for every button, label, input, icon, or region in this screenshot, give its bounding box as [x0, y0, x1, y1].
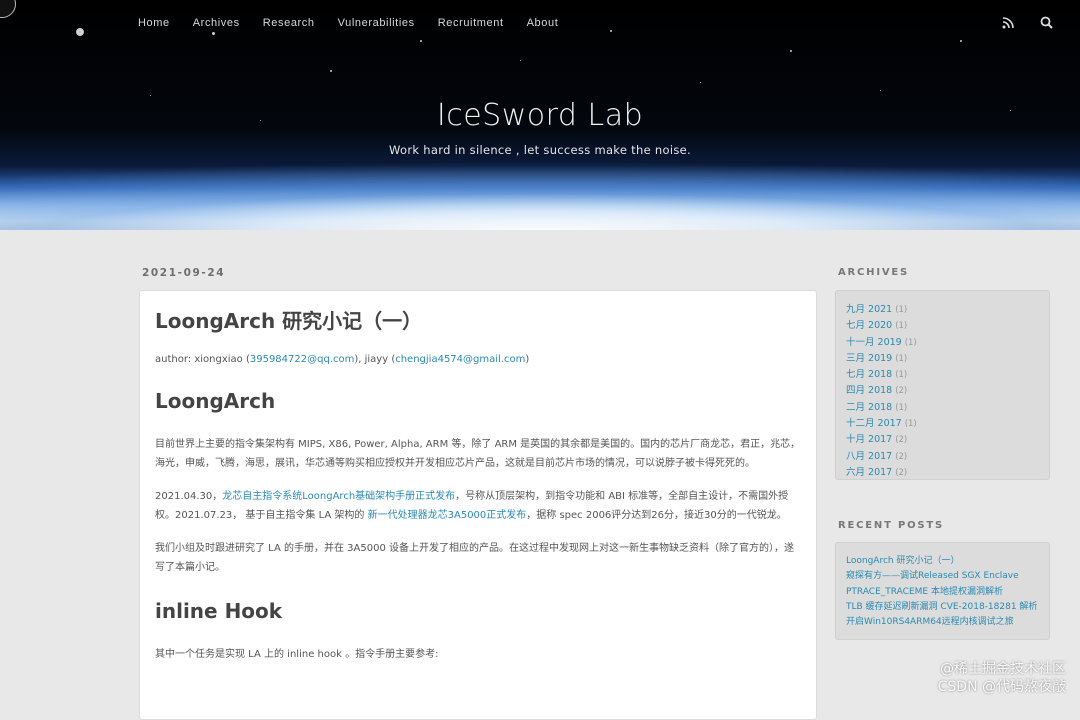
post-author: author: xiongxiao (395984722@qq.com), ji… [155, 354, 801, 365]
site-tagline: Work hard in silence , let success make … [389, 143, 691, 157]
recent-posts-heading: RECENT POSTS [838, 520, 945, 531]
nav-recruitment[interactable]: Recruitment [438, 17, 504, 29]
nav-vulnerabilities[interactable]: Vulnerabilities [338, 17, 415, 29]
author-email-link[interactable]: 395984722@qq.com [250, 354, 355, 365]
archives-box: 九月 2021 (1) 七月 2020 (1) 十一月 2019 (1) 三月 2019 (1… [835, 290, 1050, 480]
author-text: author: xiongxiao ( [155, 354, 250, 365]
archive-link[interactable]: 十二月 2017 (1) [846, 416, 1039, 432]
archive-count: (1) [904, 337, 917, 348]
post-date: 2021-09-24 [142, 267, 226, 279]
post-card: LoongArch 研究小记（一） author: xiongxiao (395… [139, 290, 817, 720]
nav-about[interactable]: About [527, 17, 559, 29]
recent-post-link[interactable]: LoongArch 研究小记（一） [846, 554, 1039, 569]
rss-icon[interactable] [1002, 14, 1016, 29]
archive-link[interactable]: 七月 2018 (1) [846, 367, 1039, 383]
archive-link[interactable]: 六月 2017 (2) [846, 465, 1039, 481]
archive-count: (2) [895, 451, 908, 462]
archive-link[interactable]: 二月 2018 (1) [846, 400, 1039, 416]
post-title[interactable]: LoongArch 研究小记（一） [155, 305, 801, 334]
3a5000-release-link[interactable]: 新一代处理器龙芯3A5000正式发布 [368, 510, 527, 521]
search-icon[interactable] [1040, 14, 1054, 29]
site-title[interactable]: IceSword Lab [0, 98, 1080, 133]
section-heading: LoongArch [155, 389, 276, 413]
site-header: Home Archives Research Vulnerabilities R… [0, 0, 1080, 230]
paragraph: 我们小组及时跟进研究了 LA 的手册，并在 3A5000 设备上开发了相应的产品… [155, 543, 795, 573]
post-body: LoongArch 目前世界上主要的指令集架构有 MIPS, X86, Powe… [155, 389, 801, 664]
moon-icon-small [76, 28, 84, 36]
watermark: @稀土掘金技术社区 CSDN @代码熬夜敲 [938, 660, 1066, 696]
nav-archives[interactable]: Archives [193, 17, 240, 29]
nav-home[interactable]: Home [138, 17, 170, 29]
paragraph: 其中一个任务是实现 LA 上的 inline hook 。指令手册主要参考: [155, 649, 439, 660]
archive-link[interactable]: 七月 2020 (1) [846, 318, 1039, 334]
paragraph: 2021.04.30，龙芯自主指令系统LoongArch基础架构手册正式发布，号… [155, 491, 789, 521]
loongarch-manual-link[interactable]: 龙芯自主指令系统LoongArch基础架构手册正式发布 [222, 491, 455, 502]
archive-count: (1) [895, 305, 908, 315]
main-nav: Home Archives Research Vulnerabilities R… [138, 17, 581, 29]
recent-posts-box: LoongArch 研究小记（一） 窥探有方——调试Released SGX En… [835, 542, 1050, 640]
archive-link[interactable]: 十一月 2019 (1) [846, 335, 1039, 351]
nav-icons [1002, 14, 1054, 29]
recent-posts-list: LoongArch 研究小记（一） 窥探有方——调试Released SGX En… [846, 554, 1039, 630]
watermark-line: CSDN @代码熬夜敲 [937, 679, 1066, 695]
archives-heading: ARCHIVES [838, 267, 910, 278]
recent-post-link[interactable]: TLB 缓存延迟刷新漏洞 CVE-2018-18281 解析 [846, 600, 1039, 615]
author-text: ), jiayy ( [354, 354, 396, 365]
watermark-line: @稀土掘金技术社区 [940, 661, 1066, 677]
archive-link[interactable]: 九月 2021 (1) [846, 302, 1039, 318]
archive-link[interactable]: 三月 2019 (1) [846, 351, 1039, 367]
author-text: ) [525, 354, 530, 365]
nav-research[interactable]: Research [263, 17, 315, 29]
archive-count: (1) [895, 321, 908, 332]
archive-count: (2) [895, 467, 908, 478]
archive-count: (2) [895, 435, 908, 446]
moon-icon [0, 0, 16, 18]
archive-link[interactable]: 四月 2018 (2) [846, 383, 1039, 399]
archive-link[interactable]: 十月 2017 (2) [846, 432, 1039, 448]
archives-list: 九月 2021 (1) 七月 2020 (1) 十一月 2019 (1) 三月 2019 (1… [846, 302, 1039, 481]
archive-count: (1) [895, 402, 908, 413]
archive-count: (1) [895, 353, 908, 364]
archive-count: (2) [895, 386, 908, 397]
recent-post-link[interactable]: PTRACE_TRACEME 本地提权漏洞解析 [846, 585, 1039, 600]
archive-link[interactable]: 八月 2017 (2) [846, 449, 1039, 465]
archive-count: (1) [904, 419, 917, 430]
section-heading: inline Hook [155, 599, 283, 623]
recent-post-link[interactable]: 开启Win10RS4ARM64远程内核调试之旅 [846, 615, 1039, 630]
recent-post-link[interactable]: 窥探有方——调试Released SGX Enclave [846, 569, 1039, 584]
archive-count: (1) [895, 370, 908, 381]
paragraph: 目前世界上主要的指令集架构有 MIPS, X86, Power, Alpha, … [155, 439, 801, 469]
author-email-link[interactable]: chengjia4574@gmail.com [395, 354, 525, 365]
